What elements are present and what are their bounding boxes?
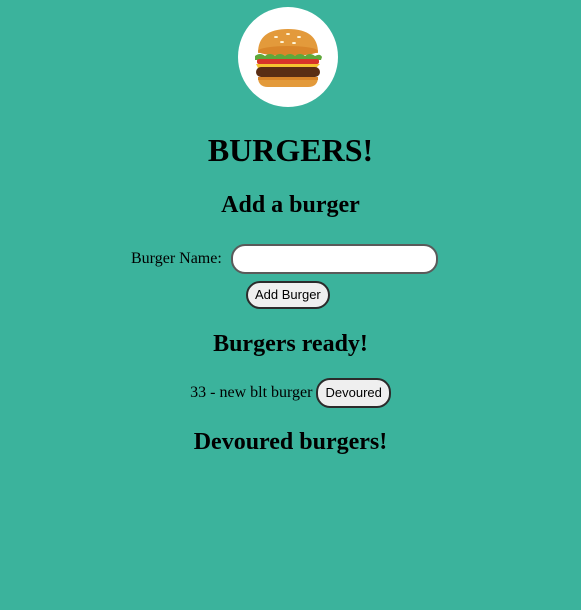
devoured-burgers-heading: Devoured burgers! bbox=[193, 429, 388, 455]
add-burger-heading: Add a burger bbox=[221, 192, 360, 218]
add-burger-button[interactable]: Add Burger bbox=[246, 281, 330, 309]
list-item: 33 - new blt burger Devoured bbox=[0, 378, 581, 408]
burger-item-text: 33 - new blt burger bbox=[190, 384, 313, 401]
burger-logo bbox=[238, 7, 338, 107]
burger-name-input[interactable] bbox=[230, 244, 438, 274]
devoured-button[interactable]: Devoured bbox=[316, 378, 391, 408]
burger-icon bbox=[255, 29, 322, 87]
burger-form: Burger Name: bbox=[131, 244, 438, 274]
page-title: BURGERS! bbox=[207, 132, 374, 168]
burger-name-label: Burger Name: bbox=[131, 250, 222, 267]
burgers-ready-heading: Burgers ready! bbox=[213, 331, 368, 357]
